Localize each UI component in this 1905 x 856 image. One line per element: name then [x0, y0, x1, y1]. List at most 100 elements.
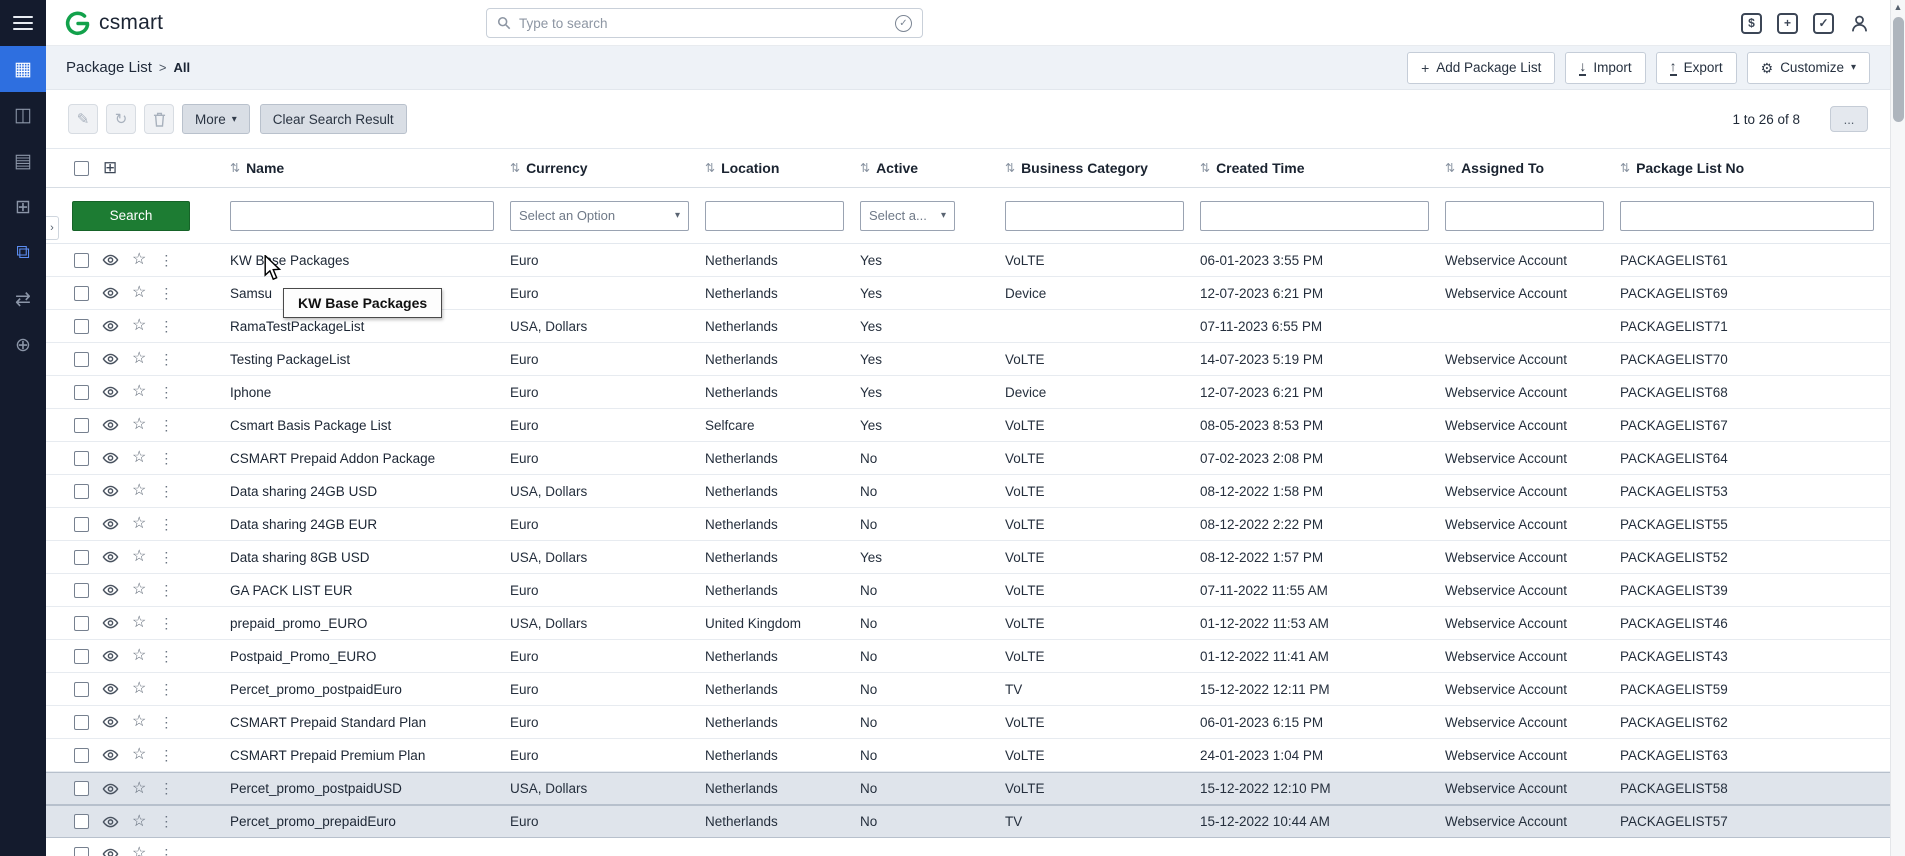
favorite-icon[interactable]: ☆: [132, 814, 146, 830]
row-menu-icon[interactable]: ⋮: [159, 714, 173, 731]
row-menu-icon[interactable]: ⋮: [159, 846, 173, 856]
favorite-icon[interactable]: ☆: [132, 781, 146, 797]
view-icon[interactable]: [102, 254, 119, 266]
sidebar-item-products[interactable]: ▤: [0, 138, 46, 184]
favorite-icon[interactable]: ☆: [132, 846, 146, 856]
table-row[interactable]: ☆ ⋮: [46, 838, 1890, 856]
row-menu-icon[interactable]: ⋮: [159, 252, 173, 269]
more-button[interactable]: More ▾: [182, 104, 250, 134]
view-icon[interactable]: [102, 716, 119, 728]
cell-name[interactable]: Data sharing 8GB USD: [230, 550, 510, 565]
cell-name[interactable]: Csmart Basis Package List: [230, 418, 510, 433]
sidebar-item-catalog[interactable]: ◫: [0, 92, 46, 138]
import-button[interactable]: ↓ Import: [1565, 52, 1645, 84]
row-menu-icon[interactable]: ⋮: [159, 780, 173, 797]
row-checkbox[interactable]: [74, 550, 89, 565]
view-icon[interactable]: [102, 848, 119, 856]
row-menu-icon[interactable]: ⋮: [159, 450, 173, 467]
favorite-icon[interactable]: ☆: [132, 549, 146, 565]
scrollbar-thumb[interactable]: [1893, 17, 1904, 122]
row-menu-icon[interactable]: ⋮: [159, 747, 173, 764]
sidebar-item-offers[interactable]: ⊞: [0, 184, 46, 230]
cell-name[interactable]: CSMART Prepaid Premium Plan: [230, 748, 510, 763]
favorite-icon[interactable]: ☆: [132, 483, 146, 499]
app-logo[interactable]: csmart: [64, 0, 163, 46]
favorite-icon[interactable]: ☆: [132, 681, 146, 697]
row-menu-icon[interactable]: ⋮: [159, 417, 173, 434]
cell-name[interactable]: CSMART Prepaid Addon Package: [230, 451, 510, 466]
view-icon[interactable]: [102, 584, 119, 596]
row-checkbox[interactable]: [74, 583, 89, 598]
view-icon[interactable]: [102, 287, 119, 299]
menu-toggle[interactable]: [0, 0, 46, 46]
view-icon[interactable]: [102, 650, 119, 662]
table-row[interactable]: ☆ ⋮ Data sharing 8GB USD USA, Dollars Ne…: [46, 541, 1890, 574]
search-button[interactable]: Search: [72, 201, 190, 231]
cell-name[interactable]: Percet_promo_postpaidUSD: [230, 781, 510, 796]
table-row[interactable]: ☆ ⋮ Data sharing 24GB EUR Euro Netherlan…: [46, 508, 1890, 541]
cell-name[interactable]: Iphone: [230, 385, 510, 400]
column-header-package-list-no[interactable]: ⇅Package List No: [1620, 160, 1890, 176]
user-icon[interactable]: [1849, 13, 1870, 34]
column-header-location[interactable]: ⇅Location: [705, 160, 860, 176]
favorite-icon[interactable]: ☆: [132, 252, 146, 268]
filter-assigned-to-input[interactable]: [1445, 201, 1604, 231]
cell-name[interactable]: Data sharing 24GB EUR: [230, 517, 510, 532]
sort-icon[interactable]: ⇅: [1005, 161, 1015, 175]
cell-name[interactable]: Testing PackageList: [230, 352, 510, 367]
cell-name[interactable]: RamaTestPackageList: [230, 319, 510, 334]
view-icon[interactable]: [102, 485, 119, 497]
row-menu-icon[interactable]: ⋮: [159, 285, 173, 302]
filter-business-category-input[interactable]: [1005, 201, 1184, 231]
favorite-icon[interactable]: ☆: [132, 318, 146, 334]
column-header-name[interactable]: ⇅Name: [230, 160, 510, 176]
view-icon[interactable]: [102, 419, 119, 431]
currency-box-icon[interactable]: $: [1741, 13, 1762, 34]
sort-icon[interactable]: ⇅: [510, 161, 520, 175]
global-search-input[interactable]: Type to search ✓: [486, 8, 923, 38]
cell-name[interactable]: CSMART Prepaid Standard Plan: [230, 715, 510, 730]
refresh-button[interactable]: ↻: [106, 104, 136, 134]
row-menu-icon[interactable]: ⋮: [159, 351, 173, 368]
row-checkbox[interactable]: [74, 352, 89, 367]
search-scope-icon[interactable]: ✓: [895, 15, 912, 32]
cell-name[interactable]: Data sharing 24GB USD: [230, 484, 510, 499]
select-all-checkbox[interactable]: [74, 161, 89, 176]
table-row[interactable]: ☆ ⋮ Testing PackageList Euro Netherlands…: [46, 343, 1890, 376]
table-row[interactable]: ☆ ⋮ Percet_promo_postpaidUSD USA, Dollar…: [46, 772, 1890, 805]
row-menu-icon[interactable]: ⋮: [159, 516, 173, 533]
table-row[interactable]: ☆ ⋮ Csmart Basis Package List Euro Selfc…: [46, 409, 1890, 442]
view-icon[interactable]: [102, 783, 119, 795]
table-row[interactable]: ☆ ⋮ CSMART Prepaid Premium Plan Euro Net…: [46, 739, 1890, 772]
row-checkbox[interactable]: [74, 517, 89, 532]
filter-package-list-no-input[interactable]: [1620, 201, 1874, 231]
edit-button[interactable]: ✎: [68, 104, 98, 134]
favorite-icon[interactable]: ☆: [132, 450, 146, 466]
cell-name[interactable]: Percet_promo_prepaidEuro: [230, 814, 510, 829]
table-row[interactable]: ☆ ⋮ prepaid_promo_EURO USA, Dollars Unit…: [46, 607, 1890, 640]
more-pages-button[interactable]: ...: [1830, 106, 1868, 132]
favorite-icon[interactable]: ☆: [132, 384, 146, 400]
sidebar-item-workflow[interactable]: ⧉: [0, 230, 46, 276]
table-row[interactable]: ☆ ⋮ Postpaid_Promo_EURO Euro Netherlands…: [46, 640, 1890, 673]
sort-icon[interactable]: ⇅: [705, 161, 715, 175]
favorite-icon[interactable]: ☆: [132, 351, 146, 367]
table-row[interactable]: ☆ ⋮ Percet_promo_prepaidEuro Euro Nether…: [46, 805, 1890, 838]
column-header-currency[interactable]: ⇅Currency: [510, 160, 705, 176]
favorite-icon[interactable]: ☆: [132, 615, 146, 631]
table-row[interactable]: ☆ ⋮ Percet_promo_postpaidEuro Euro Nethe…: [46, 673, 1890, 706]
view-icon[interactable]: [102, 683, 119, 695]
row-checkbox[interactable]: [74, 484, 89, 499]
sidebar-item-billing[interactable]: ▦: [0, 46, 46, 92]
view-icon[interactable]: [102, 386, 119, 398]
vertical-scrollbar[interactable]: ▲: [1890, 0, 1905, 856]
sort-icon[interactable]: ⇅: [1200, 161, 1210, 175]
view-icon[interactable]: [102, 816, 119, 828]
row-menu-icon[interactable]: ⋮: [159, 648, 173, 665]
row-checkbox[interactable]: [74, 649, 89, 664]
sort-icon[interactable]: ⇅: [1445, 161, 1455, 175]
quick-add-icon[interactable]: +: [1777, 13, 1798, 34]
cell-name[interactable]: Percet_promo_postpaidEuro: [230, 682, 510, 697]
add-package-list-button[interactable]: + Add Package List: [1407, 52, 1555, 84]
row-menu-icon[interactable]: ⋮: [159, 318, 173, 335]
